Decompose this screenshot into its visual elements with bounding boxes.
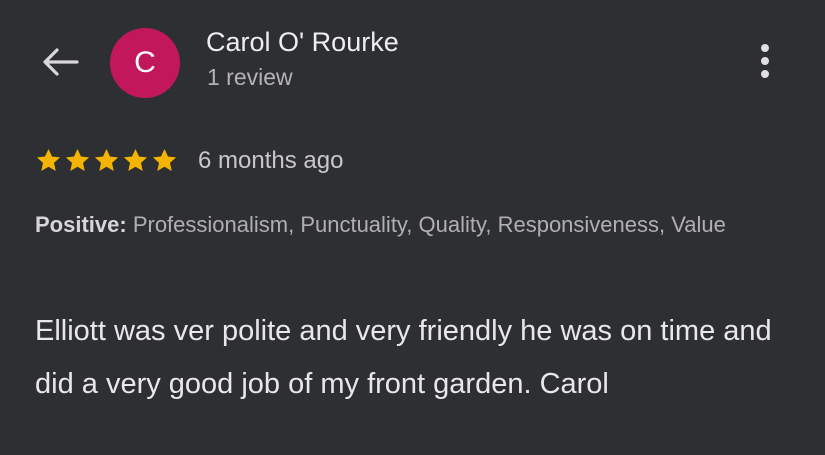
more-vertical-icon-dot [761, 57, 769, 65]
star-icon [65, 149, 90, 171]
review-time: 6 months ago [198, 147, 344, 174]
attributes-label: Positive: [35, 212, 127, 237]
star-icon [152, 149, 177, 171]
arrow-left-icon [43, 48, 79, 76]
more-vertical-icon-dot [761, 70, 769, 78]
star-icon [94, 149, 119, 171]
back-button[interactable] [40, 44, 80, 80]
more-options-button[interactable] [752, 38, 778, 84]
review-count: 1 review [207, 64, 293, 90]
star-icon [36, 149, 61, 171]
positive-attributes: Positive: Professionalism, Punctuality, … [35, 208, 795, 241]
attributes-value: Professionalism, Punctuality, Quality, R… [126, 212, 726, 237]
review-text: Elliott was ver polite and very friendly… [35, 315, 772, 400]
star-icon [123, 149, 148, 171]
more-vertical-icon [761, 44, 769, 52]
star-rating [35, 147, 178, 175]
reviewer-name[interactable]: Carol O' Rourke [206, 27, 399, 58]
avatar[interactable]: C [110, 28, 180, 98]
